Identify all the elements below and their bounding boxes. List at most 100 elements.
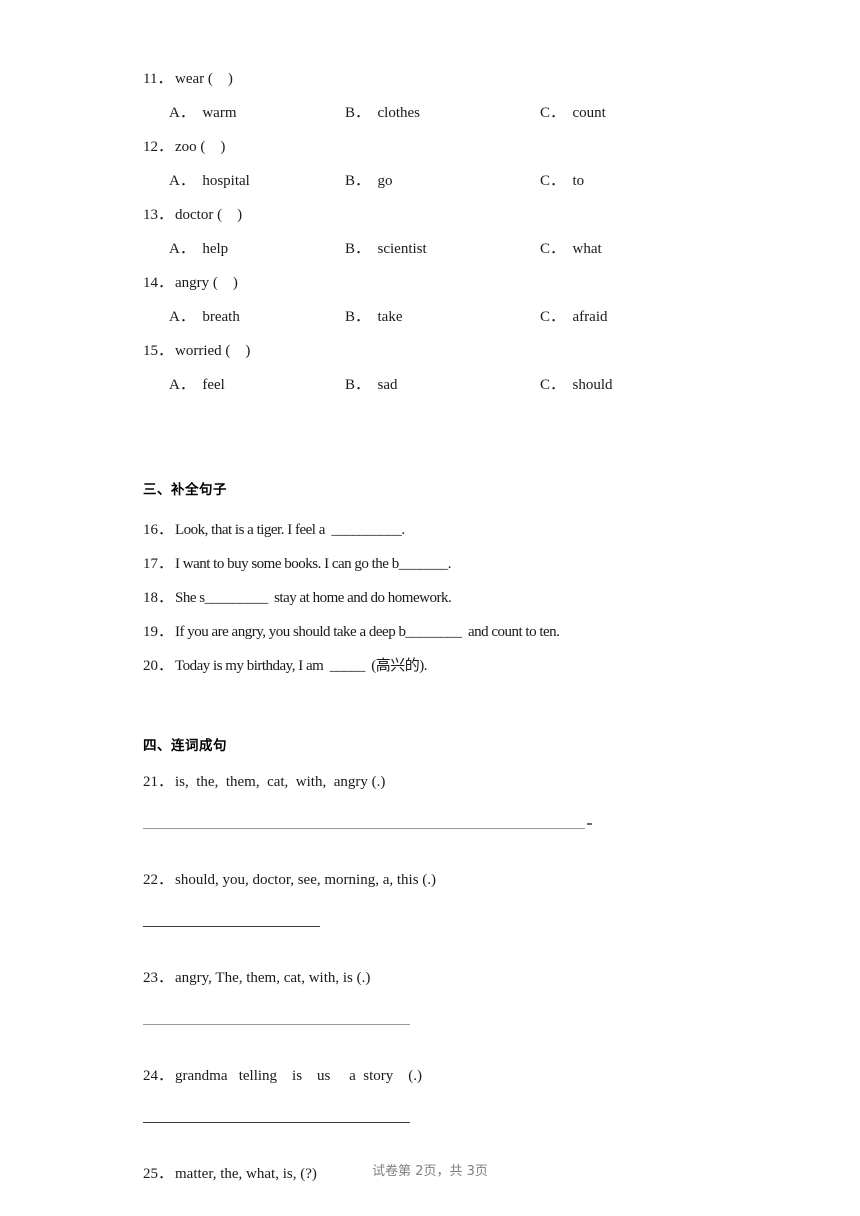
fill-blank-number: 20．	[143, 658, 174, 674]
rearrange-number: 22．	[143, 872, 174, 888]
mc-answer-bracket[interactable]: ( )	[225, 343, 250, 359]
mc-question-stem: 13． doctor ( )	[143, 198, 723, 232]
mc-option-b[interactable]: B． clothes	[345, 96, 420, 130]
fill-blank-number: 17．	[143, 556, 174, 572]
mc-option-letter: B．	[345, 309, 371, 325]
answer-line[interactable]	[143, 1024, 410, 1025]
mc-option-text: breath	[202, 309, 240, 325]
rearrange-words: should, you, doctor, see, morning, a, th…	[175, 872, 437, 888]
mc-option-text: to	[572, 173, 585, 189]
mc-option-text: scientist	[377, 241, 427, 257]
answer-line[interactable]	[143, 926, 320, 927]
rearrange-words: is, the, them, cat, with, angry (.)	[175, 774, 386, 790]
answer-line[interactable]	[143, 1122, 410, 1123]
mc-question-word: worried	[175, 343, 222, 359]
fill-blank-number: 16．	[143, 522, 174, 538]
mc-question: 13． doctor ( ) A． help B． scientist C． what	[143, 198, 723, 266]
mc-option-letter: A．	[169, 105, 195, 121]
mc-question-number: 13．	[143, 207, 174, 223]
mc-option-text: feel	[202, 377, 225, 393]
mc-option-a[interactable]: A． breath	[169, 300, 240, 334]
mc-question: 15． worried ( ) A． feel B． sad C． should	[143, 334, 723, 402]
page-footer: 试卷第 2页，共 3页	[372, 1164, 488, 1179]
mc-option-a[interactable]: A． warm	[169, 96, 237, 130]
mc-option-letter: B．	[345, 173, 371, 189]
answer-gap	[143, 993, 723, 1024]
mc-option-a[interactable]: A． hospital	[169, 164, 250, 198]
mc-option-text: what	[572, 241, 602, 257]
spacer-head-four	[143, 756, 723, 767]
rearrange-question: 24． grandma telling is us a story (.)	[143, 1061, 723, 1091]
mc-option-c[interactable]: C． afraid	[540, 300, 608, 334]
mc-question-word: angry	[175, 275, 210, 291]
mc-option-text: take	[377, 309, 403, 325]
mc-option-letter: C．	[540, 105, 566, 121]
mc-options-row: A． feel B． sad C． should	[143, 368, 723, 402]
mc-option-a[interactable]: A． feel	[169, 368, 225, 402]
mc-question-stem: 12． zoo ( )	[143, 130, 723, 164]
answer-gap-after	[143, 927, 723, 963]
rearrange-question: 21． is, the, them, cat, with, angry (.)	[143, 767, 723, 797]
mc-option-letter: A．	[169, 241, 195, 257]
rearrange-words: angry, The, them, cat, with, is (.)	[175, 970, 371, 986]
line-tail-dash	[587, 823, 592, 825]
mc-answer-bracket[interactable]: ( )	[213, 275, 238, 291]
mc-option-c[interactable]: C． should	[540, 368, 613, 402]
mc-options-row: A． help B． scientist C． what	[143, 232, 723, 266]
answer-gap	[143, 895, 723, 926]
section-heading-three: 三、补全句子	[143, 482, 227, 498]
spacer-head-three	[143, 500, 723, 513]
fill-blank-question[interactable]: 19． If you are angry, you should take a d…	[143, 615, 723, 649]
mc-option-c[interactable]: C． to	[540, 164, 584, 198]
page-content: 11． wear ( ) A． warm B． clothes C． count 12． z…	[143, 62, 723, 1216]
fill-blank-text: I want to buy some books. I can go the b…	[175, 556, 451, 572]
rearrange-question: 22． should, you, doctor, see, morning, a,…	[143, 865, 723, 895]
mc-option-c[interactable]: C． what	[540, 232, 602, 266]
mc-option-letter: B．	[345, 105, 371, 121]
mc-answer-bracket[interactable]: ( )	[208, 71, 233, 87]
mc-options-row: A． hospital B． go C． to	[143, 164, 723, 198]
mc-question: 11． wear ( ) A． warm B． clothes C． count	[143, 62, 723, 130]
mc-question-word: doctor	[175, 207, 214, 223]
mc-option-b[interactable]: B． take	[345, 300, 403, 334]
mc-answer-bracket[interactable]: ( )	[217, 207, 242, 223]
fill-blank-number: 18．	[143, 590, 174, 606]
mc-option-letter: C．	[540, 309, 566, 325]
mc-options-row: A． breath B． take C． afraid	[143, 300, 723, 334]
rearrange-question: 23． angry, The, them, cat, with, is (.)	[143, 963, 723, 993]
mc-option-text: help	[202, 241, 229, 257]
fill-blank-question[interactable]: 20． Today is my birthday, I am _____ (高兴的…	[143, 649, 723, 683]
mc-option-b[interactable]: B． go	[345, 164, 393, 198]
mc-option-c[interactable]: C． count	[540, 96, 606, 130]
mc-option-letter: A．	[169, 309, 195, 325]
mc-option-text: clothes	[377, 105, 421, 121]
mc-option-letter: C．	[540, 241, 566, 257]
mc-answer-bracket[interactable]: ( )	[200, 139, 225, 155]
mc-option-b[interactable]: B． scientist	[345, 232, 427, 266]
mc-option-text: should	[572, 377, 613, 393]
answer-gap-after	[143, 1123, 723, 1159]
fill-blank-text: Look, that is a tiger. I feel a ________…	[175, 522, 405, 538]
mc-option-text: hospital	[202, 173, 250, 189]
mc-option-b[interactable]: B． sad	[345, 368, 398, 402]
mc-question-stem: 15． worried ( )	[143, 334, 723, 368]
fill-blank-question[interactable]: 16． Look, that is a tiger. I feel a _____…	[143, 513, 723, 547]
mc-option-letter: C．	[540, 377, 566, 393]
mc-option-a[interactable]: A． help	[169, 232, 228, 266]
answer-line[interactable]	[143, 823, 592, 829]
mc-question: 12． zoo ( ) A． hospital B． go C． to	[143, 130, 723, 198]
fill-in-blank-section: 16． Look, that is a tiger. I feel a _____…	[143, 513, 723, 683]
document-page: 11． wear ( ) A． warm B． clothes C． count 12． z…	[0, 0, 860, 1216]
fill-blank-question[interactable]: 18． She s_________ stay at home and do ho…	[143, 581, 723, 615]
mc-option-letter: A．	[169, 377, 195, 393]
fill-blank-question[interactable]: 17． I want to buy some books. I can go th…	[143, 547, 723, 581]
mc-option-text: sad	[377, 377, 398, 393]
section-heading-four: 四、连词成句	[143, 738, 227, 754]
fill-blank-number: 19．	[143, 624, 174, 640]
answer-gap	[143, 797, 723, 828]
mc-question-number: 12．	[143, 139, 174, 155]
fill-blank-text: She s_________ stay at home and do homew…	[175, 590, 452, 606]
rearrange-number: 24．	[143, 1068, 174, 1084]
mc-option-text: go	[377, 173, 393, 189]
fill-blank-text: Today is my birthday, I am _____ (高兴的).	[175, 658, 428, 674]
